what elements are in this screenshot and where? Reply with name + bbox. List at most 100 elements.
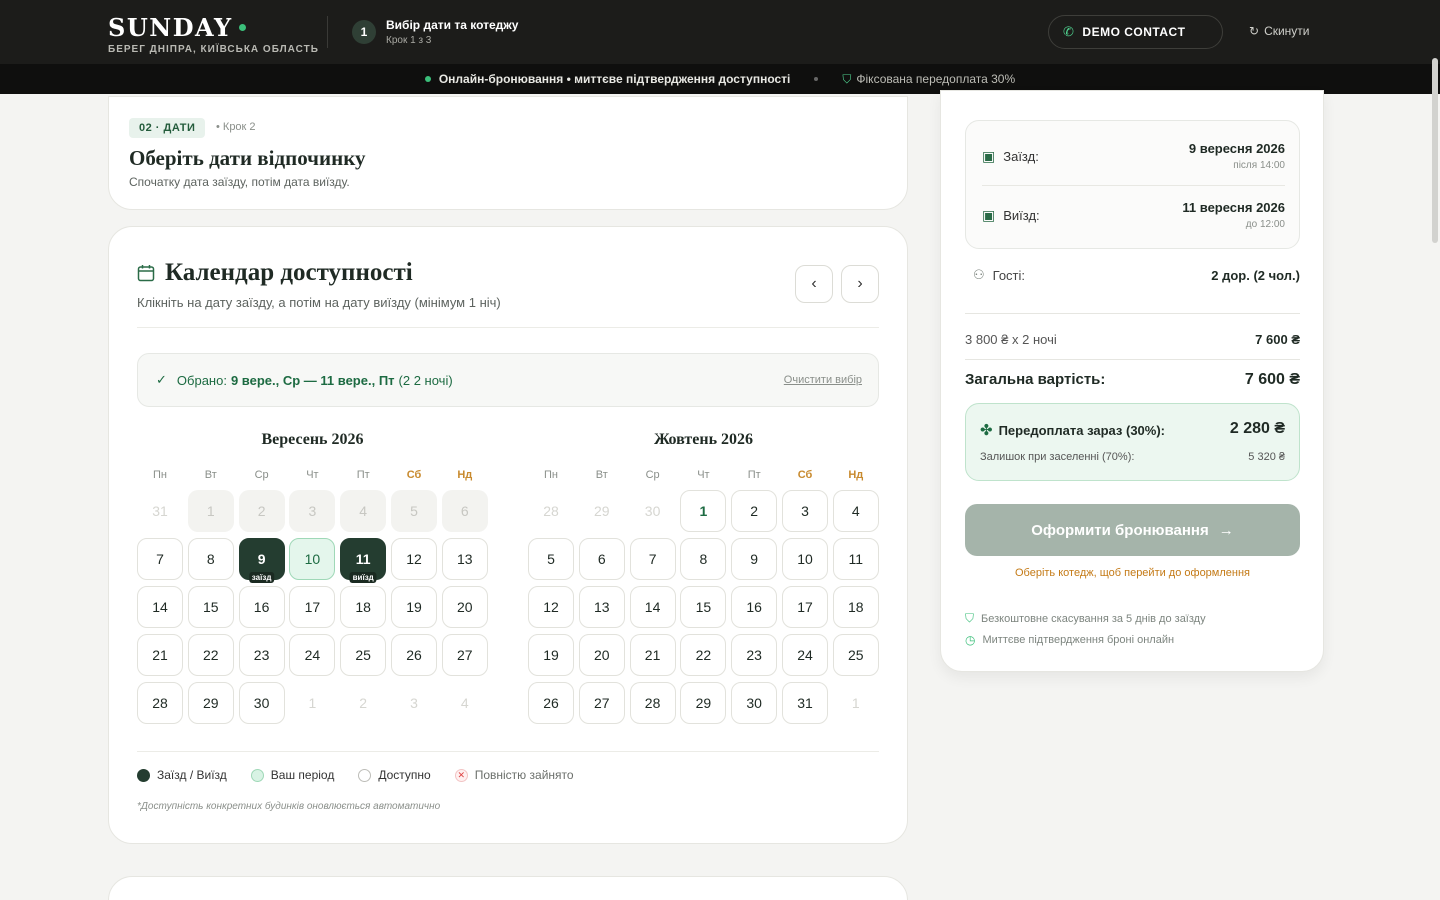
day-cell[interactable]: 26 (390, 634, 437, 676)
step-pill-label: • Крок 2 (216, 121, 256, 133)
page-scrollbar[interactable] (1432, 58, 1438, 243)
checkout-date: 11 вересня 2026 (1182, 200, 1285, 215)
book-button[interactable]: Оформити бронювання → (965, 504, 1300, 556)
clock-icon: ◷ (965, 633, 976, 647)
day-cell[interactable]: 10 (781, 538, 828, 580)
feature-free-cancel: ⛉ Безкоштовне скасування за 5 днів до заї… (965, 611, 1206, 626)
day-cell[interactable]: 6 (578, 538, 625, 580)
day-number: 27 (594, 695, 610, 711)
day-cell[interactable]: 15 (680, 586, 727, 628)
day-cell-selected[interactable]: 9 заїзд (238, 538, 285, 583)
chevron-right-icon: › (857, 275, 863, 292)
day-cell: 1 (832, 682, 879, 724)
day-number: 22 (203, 647, 219, 663)
demo-contact-button[interactable]: ✆ DEMO CONTACT (1048, 15, 1223, 49)
month-title: Жовтень 2026 (653, 431, 754, 448)
day-cell[interactable]: 7 (629, 538, 676, 580)
day-cell[interactable]: 28 (629, 682, 676, 724)
day-number: 21 (644, 647, 661, 663)
weekday-header: Пн Вт Ср Чт Пт Сб Нд (528, 469, 879, 481)
day-cell[interactable]: 13 (441, 538, 488, 580)
day-cell[interactable]: 3 (781, 490, 828, 532)
day-cell[interactable]: 4 (832, 490, 879, 532)
day-cell[interactable]: 17 (781, 586, 828, 628)
clear-selection-link[interactable]: Очистити вибір (784, 374, 862, 386)
day-cell[interactable]: 28 (137, 682, 183, 724)
day-cell[interactable]: 20 (578, 634, 625, 676)
day-cell[interactable]: 22 (187, 634, 234, 676)
day-number: 4 (359, 503, 368, 519)
day-cell[interactable]: 12 (390, 538, 437, 580)
day-cell[interactable]: 29 (680, 682, 727, 724)
day-cell[interactable]: 9 (731, 538, 778, 580)
brand-logo[interactable]: SUNDAY БЕРЕГ ДНІПРА, КИЇВСЬКА ОБЛАСТЬ (108, 13, 319, 55)
day-cell[interactable]: 19 (390, 586, 437, 628)
day-cell[interactable]: 8 (680, 538, 727, 580)
day-cell[interactable]: 2 (731, 490, 778, 532)
day-number: 18 (355, 599, 371, 615)
weekday-label: Чт (306, 469, 319, 481)
day-cell[interactable]: 19 (528, 634, 574, 676)
day-cell[interactable]: 11 (832, 538, 879, 580)
day-cell[interactable]: 15 (187, 586, 234, 628)
day-number: 12 (543, 599, 559, 615)
weekday-label: Пт (747, 469, 761, 481)
day-number: 7 (156, 551, 164, 567)
day-cell-in-range[interactable]: 10 (289, 538, 336, 580)
phone-icon: ✆ (1063, 24, 1075, 39)
day-cell[interactable]: 31 (781, 682, 828, 724)
day-cell[interactable]: 16 (238, 586, 285, 628)
calendar-icon: ▣ (982, 206, 996, 223)
shield-icon: ⛉ (965, 611, 975, 625)
day-cell[interactable]: 20 (441, 586, 488, 628)
day-cell[interactable]: 23 (731, 634, 778, 676)
feature-instant-confirm: ◷ Миттєве підтвердження броні онлайн (965, 633, 1174, 647)
day-cell[interactable]: 26 (528, 682, 574, 724)
day-cell[interactable]: 7 (137, 538, 183, 580)
day-cell[interactable]: 29 (187, 682, 234, 724)
day-cell[interactable]: 18 (832, 586, 879, 628)
day-cell[interactable]: 18 (340, 586, 387, 628)
day-cell[interactable]: 14 (629, 586, 676, 628)
day-cell[interactable]: 21 (137, 634, 183, 676)
day-cell[interactable]: 17 (289, 586, 336, 628)
day-cell[interactable]: 24 (781, 634, 828, 676)
info-online-text: Онлайн-бронювання • миттєве підтвердженн… (438, 72, 791, 86)
weekday-label: Вт (595, 469, 608, 481)
day-cell[interactable]: 8 (187, 538, 234, 580)
day-number: 20 (594, 647, 610, 663)
day-cell-selected[interactable]: 11 виїзд (340, 538, 387, 583)
day-grid: 31 1 2 3 4 5 6 7 8 9 заїзд 10 11 виїзд 12 13 14 15 16 17 18 1… (137, 490, 488, 724)
day-cell[interactable]: 5 (528, 538, 574, 580)
day-cell[interactable]: 30 (238, 682, 285, 724)
booking-summary: ▣ Заїзд: 9 вересня 2026 після 14:00 ▣ Ви… (940, 90, 1324, 672)
day-cell[interactable]: 27 (578, 682, 625, 724)
day-cell[interactable]: 1 (680, 490, 727, 532)
day-cell[interactable]: 13 (578, 586, 625, 628)
day-number: 25 (355, 647, 371, 663)
legend-available-swatch (358, 768, 372, 782)
legend-taken-icon: ✕ (454, 768, 468, 782)
day-cell[interactable]: 25 (340, 634, 387, 676)
day-number: 28 (543, 503, 559, 519)
select-cottage-warning: Оберіть котедж, щоб перейти до оформленн… (1014, 567, 1251, 579)
day-cell[interactable]: 21 (629, 634, 676, 676)
day-cell[interactable]: 14 (137, 586, 183, 628)
day-cell[interactable]: 30 (731, 682, 778, 724)
day-number: 17 (304, 599, 321, 615)
day-cell[interactable]: 12 (528, 586, 574, 628)
day-cell: 1 (187, 490, 234, 532)
day-cell[interactable]: 22 (680, 634, 727, 676)
next-month-button[interactable]: › (841, 265, 879, 303)
day-number: 29 (594, 503, 610, 519)
day-cell[interactable]: 27 (441, 634, 488, 676)
prev-month-button[interactable]: ‹ (795, 265, 833, 303)
day-cell[interactable]: 16 (731, 586, 778, 628)
day-cell[interactable]: 24 (289, 634, 336, 676)
day-number: 22 (695, 647, 712, 663)
day-number: 20 (456, 599, 473, 615)
sparkle-icon: ✤ (980, 422, 993, 439)
reset-button[interactable]: ↻ Скинути (1249, 24, 1310, 38)
day-cell[interactable]: 25 (832, 634, 879, 676)
day-cell[interactable]: 23 (238, 634, 285, 676)
